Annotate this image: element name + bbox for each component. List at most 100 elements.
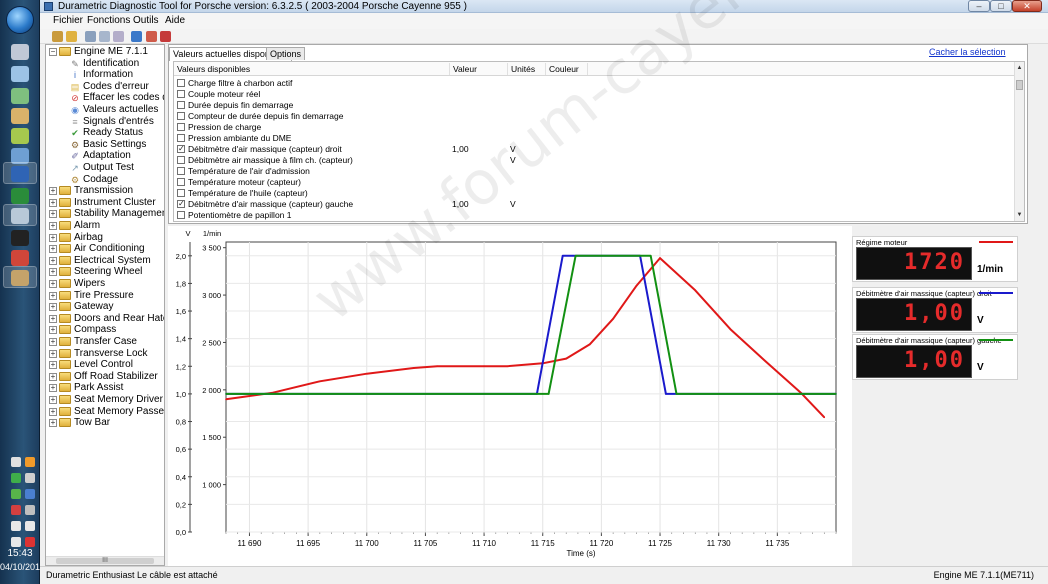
column-header-units[interactable]: Unités (508, 63, 546, 75)
collapse-icon[interactable]: − (49, 48, 57, 56)
scroll-down-arrow[interactable]: ▼ (1015, 210, 1024, 220)
tree-node-module[interactable]: + Steering Wheel (46, 266, 164, 278)
network-icon[interactable] (25, 537, 35, 547)
column-header-name[interactable]: Valeurs disponibles (174, 63, 450, 75)
word-icon[interactable] (11, 166, 29, 182)
tree-node-function[interactable]: ⚙ Basic Settings (46, 139, 164, 151)
print-preview-icon[interactable] (99, 31, 110, 42)
title-bar[interactable]: Durametric Diagnostic Tool for Porsche v… (40, 0, 1048, 13)
tray-icon[interactable] (25, 489, 35, 499)
scrollbar-thumb[interactable] (1016, 80, 1023, 90)
menu-fonctions[interactable]: Fonctions (87, 15, 130, 26)
grid-row[interactable]: Température moteur (capteur) (174, 177, 1014, 188)
report-icon[interactable] (146, 31, 157, 42)
tree-node-function[interactable]: ✔ Ready Status (46, 127, 164, 139)
tree-node-function[interactable]: ⚙ Codage (46, 174, 164, 186)
expand-icon[interactable]: + (49, 210, 57, 219)
grid-row[interactable]: Durée depuis fin demarrage (174, 100, 1014, 111)
expand-icon[interactable]: + (49, 349, 57, 358)
taskbar-app-icon[interactable] (11, 128, 29, 144)
tree-node-module[interactable]: + Transmission (46, 185, 164, 197)
expand-icon[interactable]: + (49, 222, 57, 230)
terminal-icon[interactable] (11, 230, 29, 246)
tree-node-module[interactable]: + Doors and Rear Hatch (46, 313, 164, 325)
menu-outils[interactable]: Outils (133, 15, 159, 26)
print-icon[interactable] (85, 31, 96, 42)
tree-node-module[interactable]: + Seat Memory Passenge (46, 406, 164, 418)
grid-row[interactable]: Pression ambiante du DME (174, 133, 1014, 144)
tray-icon[interactable] (11, 473, 21, 483)
maximize-button[interactable]: □ (990, 0, 1012, 12)
expand-icon[interactable]: + (49, 291, 57, 300)
tree-node-module[interactable]: + Seat Memory Driver (46, 394, 164, 406)
tree-node-module[interactable]: + Transfer Case (46, 336, 164, 348)
tree-node-module[interactable]: + Compass (46, 324, 164, 336)
tray-icon[interactable] (25, 473, 35, 483)
tray-icon[interactable] (11, 457, 21, 467)
tree-node-engine[interactable]: − Engine ME 7.1.1 (46, 46, 164, 58)
taskbar-app-icon[interactable] (11, 44, 29, 60)
clock-time[interactable]: 15:43 (0, 548, 40, 559)
expand-icon[interactable]: + (49, 256, 57, 265)
tree-node-module[interactable]: + Level Control (46, 359, 164, 371)
tree-node-module[interactable]: + Tire Pressure (46, 290, 164, 302)
checkbox-icon[interactable] (177, 189, 185, 197)
tray-icon[interactable] (11, 505, 21, 515)
hide-selection-link[interactable]: Cacher la sélection (929, 47, 1006, 57)
expand-icon[interactable]: + (49, 396, 57, 404)
tree-node-function[interactable]: ✎ Identification (46, 58, 164, 70)
tray-icon[interactable] (11, 489, 21, 499)
volume-icon[interactable] (25, 521, 35, 531)
checkbox-icon[interactable] (177, 112, 185, 120)
grid-vertical-scrollbar[interactable]: ▲ ▼ (1014, 62, 1024, 221)
tree-node-module[interactable]: + Gateway (46, 301, 164, 313)
refresh-icon[interactable] (131, 31, 142, 42)
tree-node-function[interactable]: ◉ Valeurs actuelles (46, 104, 164, 116)
expand-icon[interactable]: + (49, 419, 57, 428)
tree-node-function[interactable]: i Information (46, 69, 164, 81)
expand-icon[interactable]: + (49, 233, 57, 242)
expand-icon[interactable]: + (49, 187, 57, 196)
expand-icon[interactable]: + (49, 326, 57, 335)
expand-icon[interactable]: + (49, 198, 57, 207)
grid-row[interactable]: Charge filtre à charbon actif (174, 78, 1014, 89)
checkbox-icon[interactable] (177, 211, 185, 219)
open-folder-icon[interactable] (66, 31, 77, 42)
checkbox-icon[interactable] (177, 156, 185, 164)
grid-row[interactable]: Température de l'huile (capteur) (174, 188, 1014, 199)
tab-options[interactable]: Options (266, 47, 306, 60)
checkbox-icon[interactable] (177, 79, 185, 87)
expand-icon[interactable]: + (49, 314, 57, 323)
checkbox-icon[interactable]: ✓ (177, 200, 185, 208)
tree-node-function[interactable]: ▤ Codes d'erreur (46, 81, 164, 93)
tree-node-module[interactable]: + Wipers (46, 278, 164, 290)
tree-node-function[interactable]: ≡ Signals d'entrés (46, 116, 164, 128)
tray-icon[interactable] (25, 505, 35, 515)
expand-icon[interactable]: + (49, 361, 57, 370)
start-orb-icon[interactable] (6, 6, 34, 34)
expand-icon[interactable]: + (49, 268, 57, 277)
grid-row[interactable]: Débitmètre air massique à film ch. (capt… (174, 155, 1014, 166)
taskbar-app-icon[interactable] (11, 208, 29, 224)
tree-node-module[interactable]: + Airbag (46, 232, 164, 244)
minimize-button[interactable]: – (968, 0, 990, 12)
grid-row[interactable]: Température de l'air d'admission (174, 166, 1014, 177)
tree-node-module[interactable]: + Tow Bar (46, 417, 164, 429)
clock-date[interactable]: 04/10/2013 (0, 562, 45, 572)
tray-icon[interactable] (25, 457, 35, 467)
grid-row[interactable]: ✓ Débitmètre d'air massique (capteur) gau… (174, 199, 1014, 210)
expand-icon[interactable]: + (49, 384, 57, 393)
checkbox-icon[interactable]: ✓ (177, 145, 185, 153)
grid-row[interactable]: Pression de charge (174, 122, 1014, 133)
taskbar-app-icon[interactable] (11, 88, 29, 104)
tree-node-module[interactable]: + Air Conditioning (46, 243, 164, 255)
export-icon[interactable] (113, 31, 124, 42)
tree-node-function[interactable]: ⊘ Effacer les codes de (46, 92, 164, 104)
durametric-icon[interactable] (11, 270, 29, 286)
excel-icon[interactable] (11, 188, 29, 204)
tree-node-module[interactable]: + Instrument Cluster (46, 197, 164, 209)
checkbox-icon[interactable] (177, 167, 185, 175)
taskbar-app-icon[interactable] (11, 108, 29, 124)
tree-node-module[interactable]: + Transverse Lock (46, 348, 164, 360)
expand-icon[interactable]: + (49, 303, 57, 312)
